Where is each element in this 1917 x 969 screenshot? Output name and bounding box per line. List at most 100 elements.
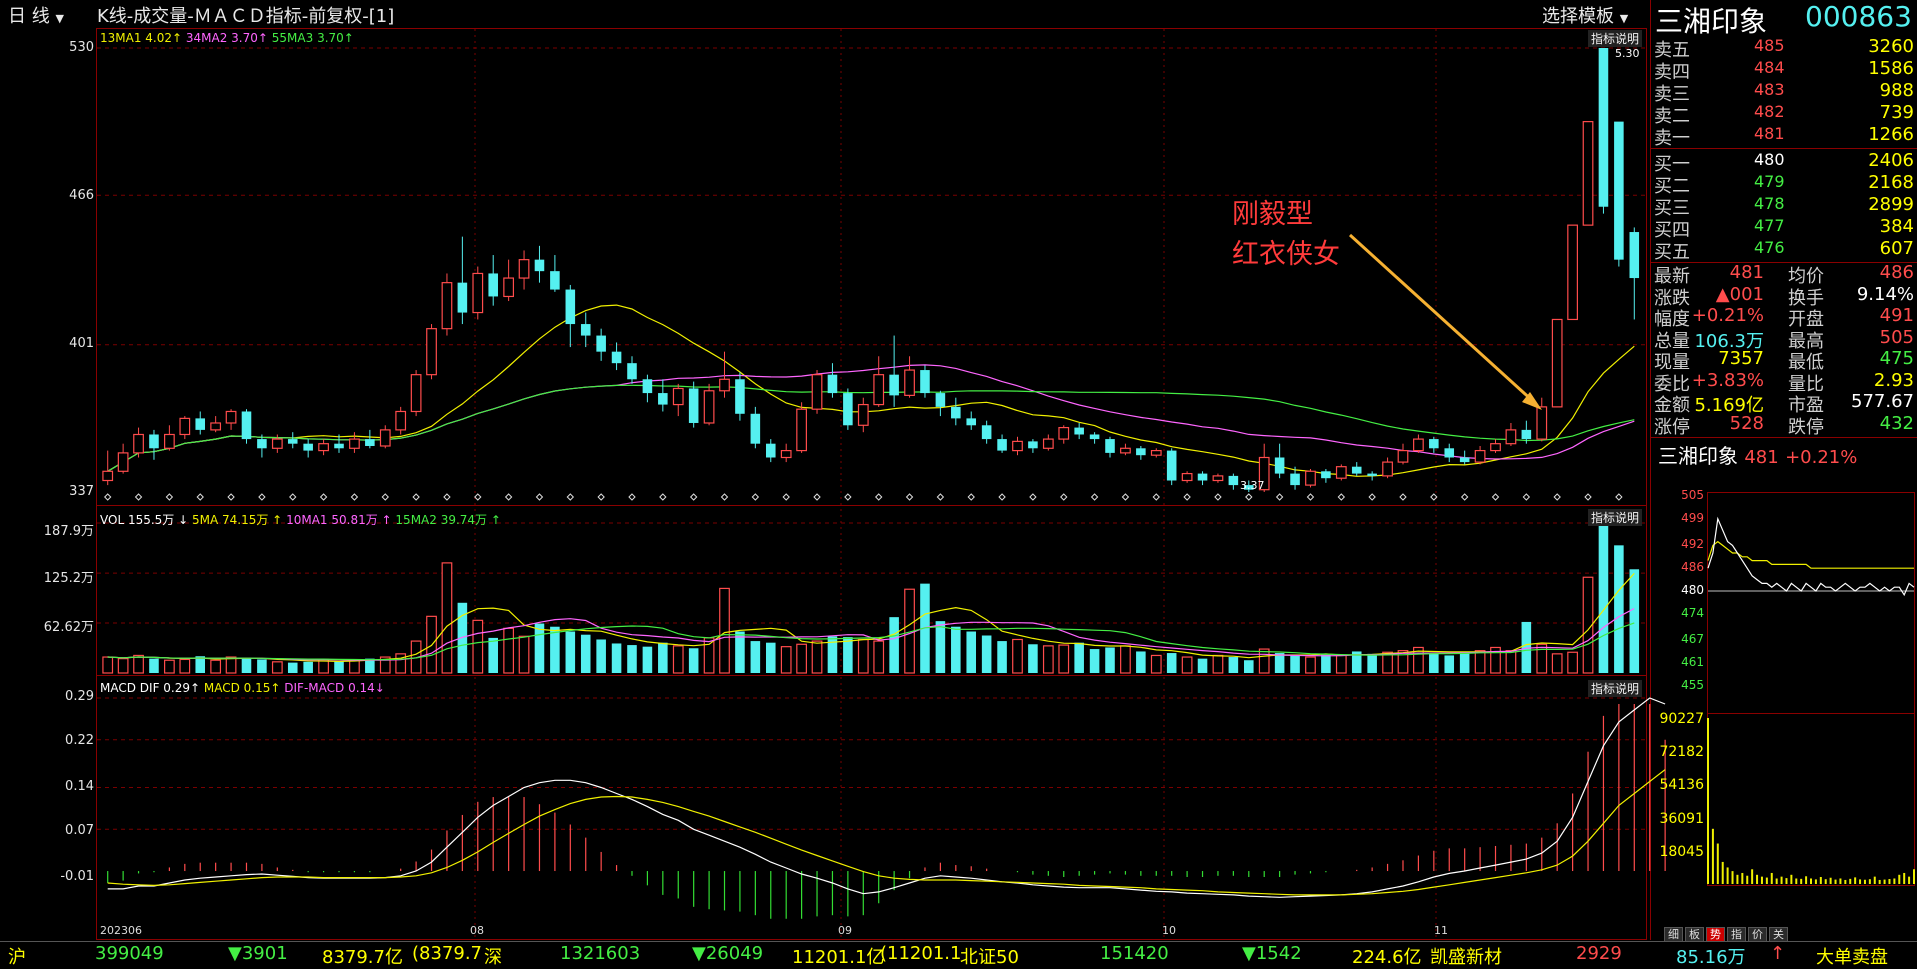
volume-bar: [133, 654, 144, 674]
volume-bar: [1274, 653, 1285, 673]
volume-bar: [1012, 638, 1023, 674]
marker-diamond: [1337, 493, 1346, 501]
candle-body: [1228, 475, 1239, 486]
volume-bar: [1042, 645, 1054, 674]
candle-body: [318, 443, 329, 452]
book-price: 476: [1754, 238, 1785, 257]
candle-body: [1042, 438, 1054, 449]
x-tick: 11: [1434, 924, 1448, 937]
mini-tab[interactable]: 价: [1748, 927, 1767, 942]
main-chart[interactable]: [0, 0, 1917, 966]
vol-tick: 187.9万: [43, 524, 94, 539]
stat-value: 577.67: [1851, 391, 1914, 412]
volume-bar: [688, 648, 699, 673]
volume-bar: [1120, 645, 1131, 674]
candle-body: [672, 387, 684, 406]
marker-diamond: [381, 493, 389, 501]
marker-diamond: [1553, 493, 1561, 501]
ma2-label: 34MA2 3.70↑: [185, 31, 268, 45]
candle-body: [410, 374, 422, 413]
volume-bar: [303, 661, 313, 673]
marker-diamond: [474, 493, 482, 501]
macd-help-button[interactable]: 指标说明: [1588, 680, 1643, 697]
mini-tab[interactable]: 势: [1706, 927, 1725, 942]
candle-body: [257, 439, 267, 449]
mini-tab[interactable]: 细: [1664, 927, 1683, 942]
candle-body: [827, 374, 838, 394]
marker-diamond: [1121, 493, 1130, 501]
marker-diamond: [350, 493, 359, 501]
stat-value: 432: [1879, 412, 1914, 434]
book-volume: 1586: [1868, 58, 1914, 79]
marker-diamond: [1060, 493, 1068, 501]
volume-bar: [843, 637, 853, 673]
volume-bar: [241, 658, 252, 673]
marker-diamond: [1615, 493, 1623, 501]
candle-body: [102, 470, 114, 482]
mini-vol-tick: 18045: [1659, 843, 1704, 860]
mini-tab[interactable]: 指: [1727, 927, 1746, 942]
marker-diamond: [875, 493, 883, 501]
volume-bar: [1212, 654, 1224, 674]
volume-bar: [1536, 643, 1548, 674]
candle-body: [1382, 461, 1393, 477]
volume-bar: [257, 659, 267, 673]
volume-bar: [503, 627, 515, 674]
volume-bar: [672, 645, 684, 674]
volume-bar: [550, 626, 560, 673]
mini-vol-tick: 90227: [1659, 711, 1704, 727]
marker-diamond: [782, 493, 790, 501]
marker-diamond: [1090, 493, 1099, 501]
stat-value: 505: [1879, 326, 1914, 348]
candle-body: [1490, 443, 1501, 452]
candle-body: [534, 259, 545, 272]
candle-body: [1181, 472, 1193, 482]
volume-bar: [179, 658, 191, 674]
annotation-line-1: 刚毅型: [1232, 199, 1313, 230]
marker-diamond: [1522, 493, 1531, 501]
kline-help-button[interactable]: 指标说明: [1588, 30, 1643, 47]
candle-body: [1551, 318, 1563, 408]
marker-diamond: [1029, 493, 1037, 501]
candle-body: [642, 379, 653, 394]
volume-bar: [658, 642, 668, 673]
vol-help-button[interactable]: 指标说明: [1588, 509, 1643, 526]
candle-body: [1074, 427, 1084, 435]
marker-diamond: [535, 493, 544, 501]
mini-tab[interactable]: 板: [1685, 927, 1704, 942]
marker-diamond: [1460, 493, 1469, 501]
marker-diamond: [227, 493, 235, 501]
mini-frame: [1707, 492, 1915, 886]
candle-body: [719, 378, 730, 392]
ticker-item: 399049: [95, 943, 164, 964]
candle-body: [780, 449, 792, 459]
candle-body: [1536, 406, 1548, 440]
stat-value: 528: [1729, 412, 1764, 434]
candle-body: [1120, 447, 1131, 454]
candle-body: [1567, 224, 1578, 321]
book-price: 477: [1754, 216, 1785, 235]
ticker-item: (11201.1: [880, 943, 962, 964]
volume-bar: [518, 635, 530, 674]
macd-tick: 0.14: [65, 779, 94, 794]
volume-bar: [935, 621, 946, 673]
vol-ma15-label: 15MA2 39.74万 ↑: [395, 513, 501, 527]
price-tick: 401: [69, 336, 94, 351]
volume-bar: [1197, 658, 1208, 673]
marker-diamond: [967, 493, 975, 501]
marker-diamond: [844, 493, 852, 501]
mini-tab[interactable]: 关: [1769, 927, 1788, 942]
ma1-label: 13MA1 4.02↑: [100, 31, 183, 45]
book-volume: 988: [1879, 80, 1914, 101]
candle-body: [271, 438, 283, 449]
book-volume: 3260: [1868, 36, 1914, 57]
stat-value: 7357: [1718, 348, 1764, 369]
mini-price-tick: 461: [1681, 655, 1704, 670]
candle-body: [703, 390, 715, 424]
ticker-item: 1321603: [560, 943, 641, 964]
volume-bar: [1089, 649, 1100, 673]
volume-bar: [1305, 656, 1316, 674]
marker-diamond: [412, 493, 420, 501]
price-tick: 337: [69, 484, 94, 499]
candle-body: [688, 388, 699, 423]
